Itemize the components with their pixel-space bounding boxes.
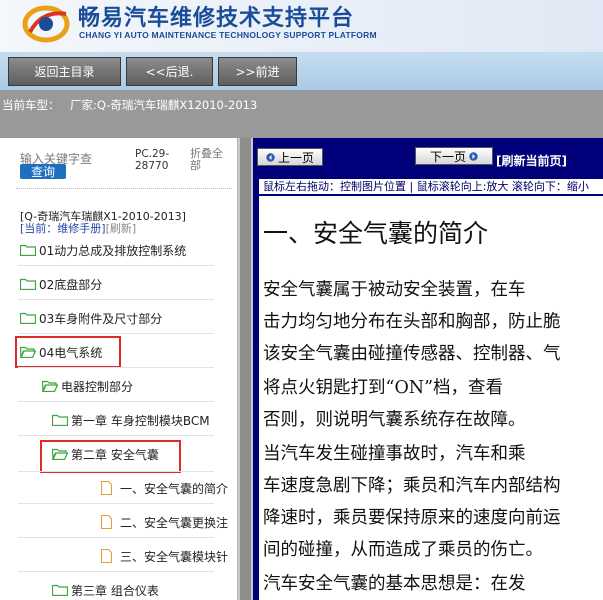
- divider: [18, 265, 214, 266]
- next-page-button[interactable]: 下一页: [415, 147, 493, 165]
- divider: [16, 188, 232, 189]
- vehicle-bar: 当前车型： 厂家:Q-奇瑞汽车瑞麒X12010-2013: [0, 90, 603, 138]
- logo-icon: [22, 5, 70, 43]
- folder-icon: [20, 244, 36, 256]
- divider: [18, 333, 214, 334]
- prev-page-label: 上一页: [277, 150, 314, 165]
- document-line: 击力均匀地分布在头部和胸部，防止脆: [263, 312, 561, 332]
- divider: [18, 435, 214, 436]
- vehicle-value: 厂家:Q-奇瑞汽车瑞麒X12010-2013: [70, 98, 258, 112]
- viewer-hint: 鼠标左右拖动：控制图片位置 | 鼠标滚轮向上:放大 滚轮向下：缩小: [259, 179, 603, 194]
- search-button[interactable]: 查询: [20, 164, 66, 179]
- tree-item-label: 二、安全气囊更换注: [120, 515, 229, 530]
- document-page[interactable]: 一、安全气囊的简介 安全气囊属于被动安全装置，在车 击力均匀地分布在头部和胸部，…: [259, 196, 603, 600]
- sidebar-scrollbar[interactable]: [237, 138, 253, 600]
- document-viewer: 上一页 下一页 [刷新当前页] 鼠标左右拖动：控制图片位置 | 鼠标滚轮向上:放…: [253, 138, 603, 600]
- document-icon: [101, 549, 112, 563]
- folder-open-icon: [42, 380, 58, 392]
- document-line: 将点火钥匙打到“ON”档，查看: [263, 378, 504, 398]
- pc-code: PC.29-28770: [135, 148, 170, 172]
- tree-item-airbag-pins[interactable]: 三、安全气囊模块针: [101, 545, 228, 567]
- folder-icon: [20, 312, 36, 324]
- tree-item-chassis[interactable]: 02底盘部分: [20, 273, 102, 295]
- tree-item-airbag-replace[interactable]: 二、安全气囊更换注: [101, 511, 228, 533]
- divider: [18, 471, 214, 472]
- tree-item-label: 三、安全气囊模块针: [120, 549, 229, 564]
- tree-item-label: 第三章 组合仪表: [71, 583, 159, 598]
- app-title: 畅易汽车维修技术支持平台: [78, 6, 355, 31]
- document-line: 否则，则说明气囊系统存在故障。: [263, 410, 526, 430]
- divider: [18, 401, 214, 402]
- document-icon: [101, 481, 112, 495]
- document-line: 车速度急剧下降；乘员和汽车内部结构: [263, 476, 561, 496]
- document-line: 当汽车发生碰撞事故时，汽车和乘: [263, 444, 526, 464]
- divider: [18, 367, 214, 368]
- divider: [18, 503, 214, 504]
- tree-item-label: 一、安全气囊的简介: [120, 481, 229, 496]
- prev-page-button[interactable]: 上一页: [257, 148, 323, 166]
- document-line: 该安全气囊由碰撞传感器、控制器、气: [263, 344, 561, 364]
- tree-item-electrical-control[interactable]: 电器控制部分: [42, 375, 133, 397]
- tree-item-label: 第一章 车身控制模块BCM: [71, 413, 210, 428]
- document-title: 一、安全气囊的简介: [263, 219, 489, 248]
- tree-item-cluster[interactable]: 第三章 组合仪表: [52, 579, 159, 600]
- divider: [18, 571, 214, 572]
- divider: [18, 299, 214, 300]
- header-banner: 畅易汽车维修技术支持平台 CHANG YI AUTO MAINTENANCE T…: [0, 0, 603, 52]
- app-subtitle: CHANG YI AUTO MAINTENANCE TECHNOLOGY SUP…: [79, 30, 377, 40]
- home-button[interactable]: 返回主目录: [8, 57, 121, 86]
- doc-current-label: [当前：维修手册][刷新]: [20, 220, 136, 236]
- folder-icon: [52, 414, 68, 426]
- divider: [18, 537, 214, 538]
- forward-button[interactable]: >>前进: [218, 57, 297, 86]
- scrollbar-thumb[interactable]: [240, 138, 251, 600]
- document-line: 间的碰撞，从而造成了乘员的伤亡。: [263, 540, 543, 560]
- refresh-tree-link[interactable]: [刷新]: [106, 222, 137, 235]
- vehicle-label: 当前车型：: [2, 98, 60, 112]
- tree-item-body[interactable]: 03车身附件及尺寸部分: [20, 307, 162, 329]
- tree-item-label: 03车身附件及尺寸部分: [39, 311, 163, 326]
- highlight-box: [15, 336, 121, 368]
- arrow-right-icon: [469, 151, 478, 161]
- folder-icon: [52, 584, 68, 596]
- tree-item-label: 02底盘部分: [39, 277, 103, 292]
- tree-item-label: 01动力总成及排放控制系统: [39, 243, 187, 258]
- document-line: 安全气囊属于被动安全装置，在车: [263, 280, 526, 300]
- tree-item-airbag-intro[interactable]: 一、安全气囊的简介: [101, 477, 228, 499]
- document-line: 降速时，乘员要保持原来的速度向前运: [263, 508, 561, 528]
- folder-icon: [20, 278, 36, 290]
- document-line: 汽车安全气囊的基本思想是：在发: [263, 574, 526, 594]
- back-button[interactable]: <<后退.: [126, 57, 213, 86]
- tree-item-label: 电器控制部分: [61, 379, 134, 394]
- highlight-box: [40, 440, 181, 473]
- document-icon: [101, 515, 112, 529]
- collapse-all-button[interactable]: 折叠全部: [190, 148, 230, 172]
- tree-item-bcm[interactable]: 第一章 车身控制模块BCM: [52, 409, 210, 431]
- arrow-left-icon: [266, 152, 275, 162]
- sidebar: 输入关键字查 查询 PC.29-28770 折叠全部 [Q-奇瑞汽车瑞麒X1-2…: [0, 138, 237, 600]
- nav-bar: 返回主目录 <<后退. >>前进: [0, 52, 603, 90]
- tree-item-powertrain[interactable]: 01动力总成及排放控制系统: [20, 239, 186, 261]
- pager-toolbar: 上一页 下一页 [刷新当前页]: [253, 138, 603, 176]
- refresh-page-button[interactable]: [刷新当前页]: [496, 152, 567, 169]
- next-page-label: 下一页: [429, 149, 466, 164]
- current-manual-label: [当前：维修手册]: [20, 222, 106, 235]
